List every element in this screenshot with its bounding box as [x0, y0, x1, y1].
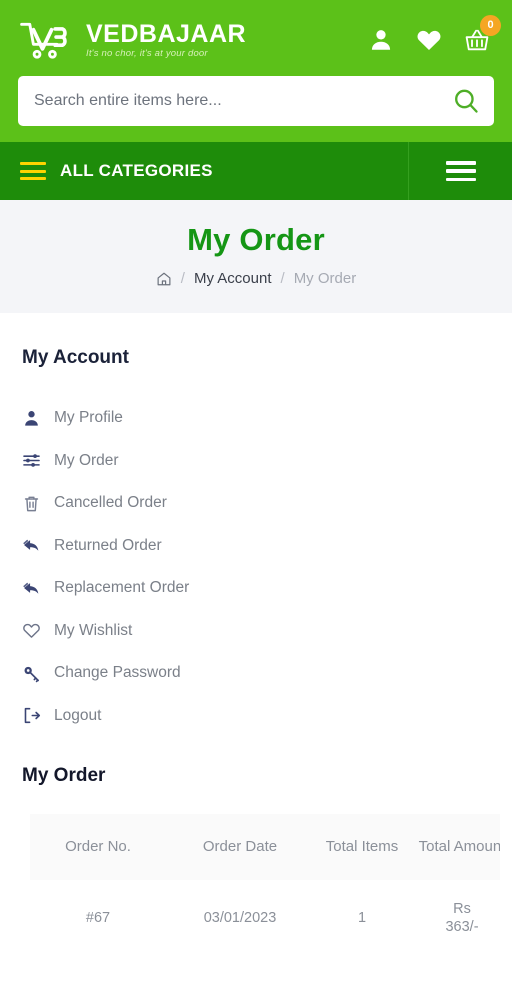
- sidebar-item-label: Cancelled Order: [54, 494, 167, 512]
- brand-name: VEDBAJAAR: [86, 19, 247, 48]
- reply-arrow-icon: [22, 536, 41, 555]
- sidebar-item-logout[interactable]: Logout: [22, 695, 492, 738]
- column-header-order-no: Order No.: [65, 838, 131, 855]
- brand-logo[interactable]: VEDBAJAAR It's no chor, it's at your doo…: [18, 18, 246, 62]
- sidebar-item-label: My Wishlist: [54, 621, 133, 639]
- sidebar-item-label: My Profile: [54, 409, 123, 427]
- hamburger-menu-icon: [20, 162, 46, 180]
- main-content: My Account My Profile My Order Cancelled…: [0, 313, 512, 956]
- mobile-menu-toggle[interactable]: [408, 142, 512, 200]
- amount-currency: Rs: [453, 900, 471, 917]
- cell-order-date: 03/01/2023: [203, 909, 277, 926]
- breadcrumb-my-account[interactable]: My Account: [194, 270, 272, 287]
- search-input[interactable]: [34, 92, 452, 110]
- search-icon[interactable]: [452, 87, 480, 115]
- account-menu: My Profile My Order Cancelled Order Retu…: [22, 397, 492, 737]
- orders-table-body: #67 03/01/2023 1 Rs 363/-: [30, 880, 500, 956]
- site-header: VEDBAJAAR It's no chor, it's at your doo…: [0, 0, 512, 142]
- heart-outline-icon: [22, 621, 41, 640]
- brand-text-block: VEDBAJAAR It's no chor, it's at your doo…: [86, 19, 247, 60]
- column-header-total-amount: Total Amount: [418, 838, 500, 855]
- breadcrumb-current: My Order: [293, 270, 357, 287]
- my-account-heading: My Account: [22, 347, 129, 368]
- key-icon: [22, 664, 41, 683]
- logout-icon: [22, 706, 41, 725]
- orders-table-container[interactable]: Order No. Order Date Total Items Total A…: [30, 814, 500, 956]
- cell-order-no: #67: [85, 909, 111, 926]
- column-header-order-date: Order Date: [202, 838, 278, 855]
- cart-count-badge: 0: [480, 15, 501, 36]
- shopping-basket-icon[interactable]: 0: [464, 15, 501, 53]
- sidebar-item-label: Change Password: [54, 664, 181, 682]
- page-title: My Order: [187, 222, 325, 257]
- home-icon[interactable]: [156, 271, 172, 287]
- amount-value: 363/-: [445, 918, 479, 935]
- breadcrumb: / My Account / My Order: [0, 270, 512, 287]
- breadcrumb-separator-2: /: [280, 270, 285, 287]
- sidebar-item-label: My Order: [54, 451, 119, 469]
- header-icon-group: 0: [368, 15, 501, 53]
- brand-tagline: It's no chor, it's at your door: [86, 48, 208, 60]
- my-order-section-heading: My Order: [22, 765, 106, 786]
- sidebar-item-cancelled-order[interactable]: Cancelled Order: [22, 482, 492, 525]
- search-bar: [18, 76, 494, 126]
- column-header-total-items: Total Items: [325, 838, 399, 855]
- cart-vb-logo-icon: [18, 18, 76, 62]
- page-banner: My Order / My Account / My Order: [0, 200, 512, 313]
- reply-arrow-icon: [22, 579, 41, 598]
- sidebar-item-my-profile[interactable]: My Profile: [22, 397, 492, 440]
- orders-header-row: Order No. Order Date Total Items Total A…: [30, 814, 500, 880]
- hamburger-menu-icon: [445, 161, 476, 181]
- sidebar-item-label: Returned Order: [54, 536, 162, 554]
- sidebar-item-my-order[interactable]: My Order: [22, 440, 492, 483]
- heart-icon[interactable]: [416, 27, 442, 53]
- header-top-row: VEDBAJAAR It's no chor, it's at your doo…: [18, 14, 501, 66]
- all-categories-button[interactable]: ALL CATEGORIES: [0, 142, 408, 200]
- user-icon[interactable]: [368, 27, 394, 53]
- category-nav-bar: ALL CATEGORIES: [0, 142, 512, 200]
- orders-table-head: Order No. Order Date Total Items Total A…: [30, 814, 500, 880]
- user-icon: [22, 409, 41, 428]
- app-root: VEDBAJAAR It's no chor, it's at your doo…: [0, 0, 512, 1008]
- sidebar-item-replacement-order[interactable]: Replacement Order: [22, 567, 492, 610]
- breadcrumb-separator-1: /: [180, 270, 185, 287]
- trash-icon: [22, 494, 41, 513]
- sidebar-item-returned-order[interactable]: Returned Order: [22, 525, 492, 568]
- table-row[interactable]: #67 03/01/2023 1 Rs 363/-: [30, 880, 500, 956]
- cell-total-amount: Rs 363/-: [410, 880, 500, 956]
- sidebar-item-label: Logout: [54, 706, 102, 724]
- sliders-icon: [22, 451, 41, 470]
- sidebar-item-change-password[interactable]: Change Password: [22, 652, 492, 695]
- sidebar-item-my-wishlist[interactable]: My Wishlist: [22, 610, 492, 653]
- cell-total-items: 1: [357, 909, 367, 926]
- orders-table: Order No. Order Date Total Items Total A…: [30, 814, 500, 956]
- sidebar-item-label: Replacement Order: [54, 579, 190, 597]
- all-categories-label: ALL CATEGORIES: [60, 161, 213, 180]
